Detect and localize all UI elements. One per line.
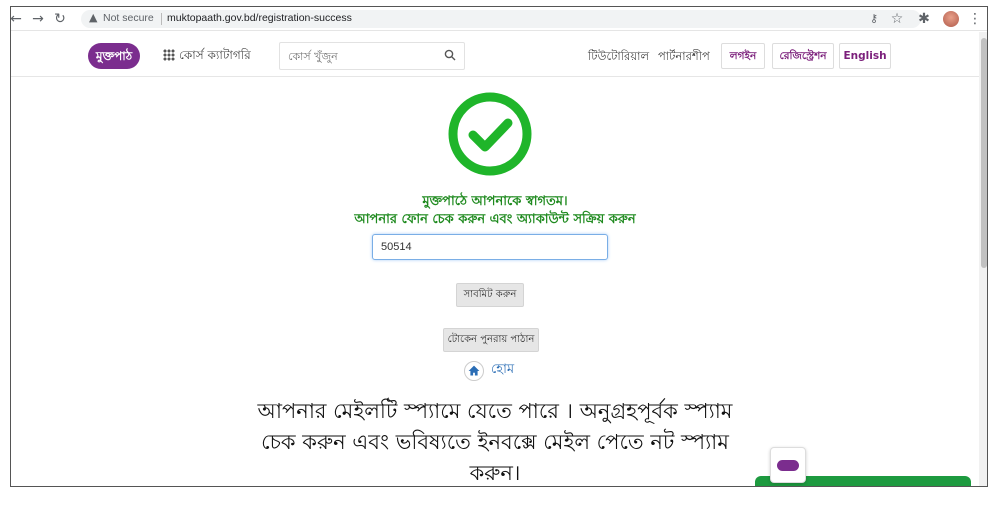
scrollbar-thumb[interactable]	[981, 38, 987, 268]
chat-widget-button[interactable]	[770, 447, 806, 483]
partnership-link[interactable]: পার্টনারশীপ	[658, 48, 710, 67]
warning-icon[interactable]: ▲	[89, 11, 97, 24]
extensions-puzzle-icon[interactable]: ✱	[915, 10, 933, 28]
profile-avatar[interactable]	[943, 11, 959, 27]
forward-arrow-icon[interactable]: →	[29, 10, 47, 28]
security-label[interactable]: Not secure	[103, 12, 154, 24]
site-logo[interactable]: মুক্তপাঠ	[88, 43, 140, 69]
home-icon[interactable]	[464, 361, 484, 381]
key-icon[interactable]: ⚷	[865, 10, 883, 28]
verification-code-input[interactable]	[372, 234, 608, 260]
url-divider	[161, 13, 162, 25]
spam-notice-line: আপনার মেইলটি স্প্যামে যেতে পারে । অনুগ্র…	[257, 399, 733, 423]
reload-icon[interactable]: ↻	[51, 10, 69, 28]
home-link[interactable]: হোম	[491, 360, 514, 381]
star-icon[interactable]: ☆	[888, 10, 906, 28]
site-navbar: মুক্তপাঠ কোর্স ক্যাটাগরি টিউটোরিয়াল পার…	[11, 32, 987, 77]
page-scrollbar[interactable]	[979, 32, 987, 486]
browser-toolbar: ← → ↻ ▲ Not secure muktopaath.gov.bd/reg…	[11, 7, 987, 31]
back-arrow-icon[interactable]: ←	[11, 10, 25, 28]
tutorial-link[interactable]: টিউটোরিয়াল	[588, 48, 649, 67]
spam-notice: আপনার মেইলটি স্প্যামে যেতে পারে । অনুগ্র…	[11, 396, 979, 486]
success-check-icon	[448, 92, 532, 176]
chat-logo-icon	[777, 460, 799, 471]
submit-button[interactable]: সাবমিট করুন	[456, 283, 524, 307]
course-category-link[interactable]: কোর্স ক্যাটাগরি	[179, 47, 251, 67]
resend-token-button[interactable]: টোকেন পুনরায় পাঠান	[443, 328, 539, 352]
login-button[interactable]: লগইন	[721, 43, 765, 69]
url-text[interactable]: muktopaath.gov.bd/registration-success	[167, 12, 352, 24]
register-button[interactable]: রেজিস্ট্রেশন	[772, 43, 834, 69]
registration-success-content: মুক্তপাঠে আপনাকে স্বাগতম। আপনার ফোন চেক …	[11, 78, 979, 486]
grid-icon[interactable]	[163, 49, 175, 61]
activation-instruction: আপনার ফোন চেক করুন এবং অ্যাকাউন্ট সক্রিয…	[354, 212, 636, 227]
spam-notice-line: চেক করুন এবং ভবিষ্যতে ইনবক্সে মেইল পেতে …	[261, 430, 729, 454]
address-bar[interactable]: ▲ Not secure muktopaath.gov.bd/registrat…	[81, 10, 921, 28]
browser-window: ← → ↻ ▲ Not secure muktopaath.gov.bd/reg…	[10, 6, 988, 487]
menu-kebab-icon[interactable]: ⋮	[966, 10, 984, 28]
course-search	[279, 42, 465, 70]
english-language-button[interactable]: English	[839, 43, 891, 69]
search-icon[interactable]	[444, 49, 456, 61]
course-search-input[interactable]	[288, 48, 428, 64]
